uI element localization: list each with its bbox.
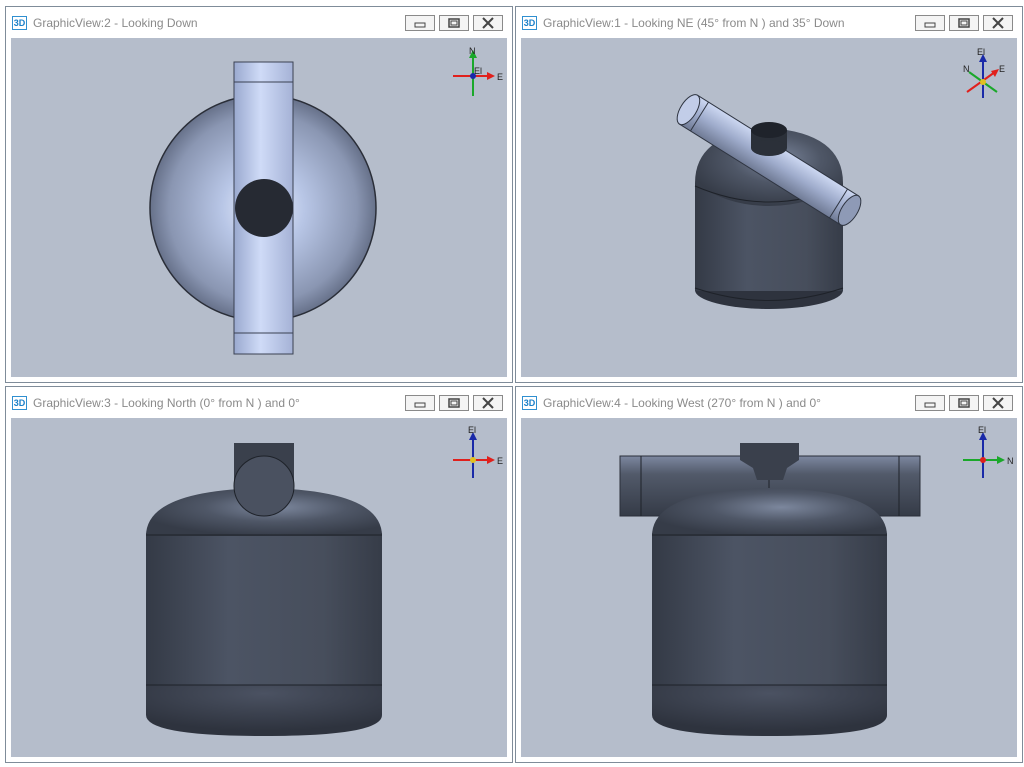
orientation-axis-triad: El N bbox=[963, 425, 1013, 478]
maximize-button[interactable] bbox=[949, 15, 979, 31]
restore-icon bbox=[448, 398, 460, 408]
minimize-button[interactable] bbox=[405, 15, 435, 31]
title-bar[interactable]: 3D GraphicView:2 - Looking Down bbox=[6, 7, 512, 37]
graphic-view-1-window[interactable]: 3D GraphicView:1 - Looking NE (45° from … bbox=[515, 6, 1023, 383]
3d-view-icon: 3D bbox=[12, 16, 27, 30]
3d-view-icon: 3D bbox=[522, 16, 537, 30]
3d-view-icon: 3D bbox=[12, 396, 27, 410]
axis-label-up: El bbox=[468, 425, 476, 435]
minimize-icon bbox=[924, 22, 936, 28]
viewport-canvas[interactable]: El E bbox=[11, 418, 507, 757]
axis-label-center: El bbox=[474, 66, 482, 76]
vessel-west-elevation-model[interactable] bbox=[521, 418, 1017, 757]
window-title: GraphicView:3 - Looking North (0° from N… bbox=[33, 396, 300, 410]
axis-label-left: N bbox=[963, 64, 970, 74]
orientation-axis-triad: El N E bbox=[963, 47, 1005, 98]
minimize-icon bbox=[414, 22, 426, 28]
graphic-view-3-window[interactable]: 3D GraphicView:3 - Looking North (0° fro… bbox=[5, 386, 513, 763]
axis-label-right: E bbox=[999, 64, 1005, 74]
3d-view-icon: 3D bbox=[522, 396, 537, 410]
close-button[interactable] bbox=[983, 395, 1013, 411]
close-icon bbox=[482, 17, 494, 29]
graphic-view-2-window[interactable]: 3D GraphicView:2 - Looking Down N E El bbox=[5, 6, 513, 383]
close-button[interactable] bbox=[473, 395, 503, 411]
viewport-canvas[interactable]: El N bbox=[521, 418, 1017, 757]
orientation-axis-triad: N E El bbox=[453, 46, 503, 96]
title-bar[interactable]: 3D GraphicView:3 - Looking North (0° fro… bbox=[6, 387, 512, 417]
axis-label-right: N bbox=[1007, 456, 1013, 466]
axis-label-up: El bbox=[978, 425, 986, 435]
title-bar[interactable]: 3D GraphicView:4 - Looking West (270° fr… bbox=[516, 387, 1022, 417]
minimize-button[interactable] bbox=[915, 395, 945, 411]
minimize-icon bbox=[924, 402, 936, 408]
orientation-axis-triad: El E bbox=[453, 425, 503, 478]
close-icon bbox=[482, 397, 494, 409]
axis-label-right: E bbox=[497, 72, 503, 82]
window-title: GraphicView:4 - Looking West (270° from … bbox=[543, 396, 821, 410]
title-bar[interactable]: 3D GraphicView:1 - Looking NE (45° from … bbox=[516, 7, 1022, 37]
graphic-view-4-window[interactable]: 3D GraphicView:4 - Looking West (270° fr… bbox=[515, 386, 1023, 763]
vessel-north-elevation-model[interactable] bbox=[11, 418, 507, 757]
vessel-isometric-model[interactable] bbox=[521, 38, 1017, 377]
close-button[interactable] bbox=[983, 15, 1013, 31]
minimize-icon bbox=[414, 402, 426, 408]
maximize-button[interactable] bbox=[439, 395, 469, 411]
vessel-top-view-model[interactable] bbox=[11, 38, 507, 377]
restore-icon bbox=[448, 18, 460, 28]
minimize-button[interactable] bbox=[915, 15, 945, 31]
maximize-button[interactable] bbox=[439, 15, 469, 31]
minimize-button[interactable] bbox=[405, 395, 435, 411]
close-icon bbox=[992, 17, 1004, 29]
axis-label-up: El bbox=[977, 47, 985, 57]
restore-icon bbox=[958, 398, 970, 408]
axis-label-up: N bbox=[469, 46, 476, 56]
window-title: GraphicView:1 - Looking NE (45° from N )… bbox=[543, 16, 845, 30]
window-title: GraphicView:2 - Looking Down bbox=[33, 16, 198, 30]
maximize-button[interactable] bbox=[949, 395, 979, 411]
viewport-canvas[interactable]: N E El bbox=[11, 38, 507, 377]
close-icon bbox=[992, 397, 1004, 409]
close-button[interactable] bbox=[473, 15, 503, 31]
axis-label-right: E bbox=[497, 456, 503, 466]
restore-icon bbox=[958, 18, 970, 28]
viewport-canvas[interactable]: El N E bbox=[521, 38, 1017, 377]
